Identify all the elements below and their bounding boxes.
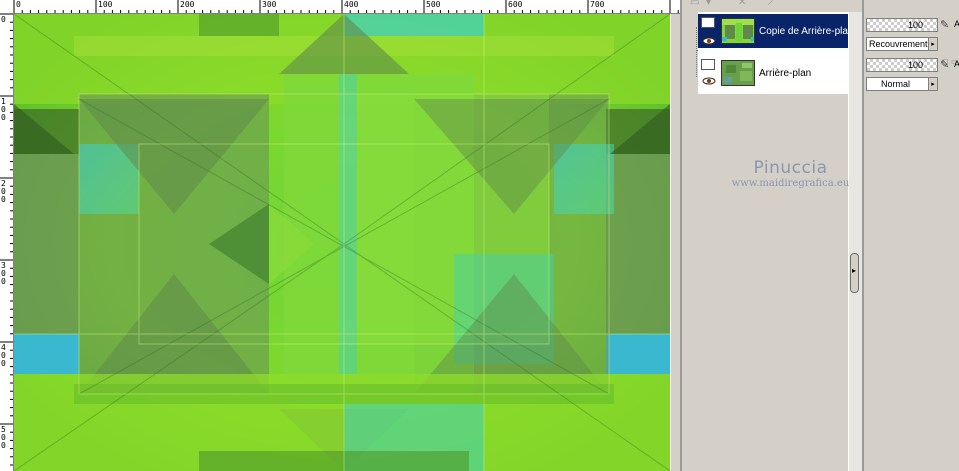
dropdown-arrow-icon: ▸ bbox=[928, 38, 937, 50]
layers-toolbar: ▭ ▾ ✕ ⟋ bbox=[682, 0, 862, 10]
ruler-label: 100 bbox=[98, 0, 113, 9]
dropdown-arrow-icon: ▸ bbox=[928, 78, 937, 90]
tree-connector bbox=[696, 27, 697, 77]
horizontal-ruler: 0 100 200 300 400 500 600 700 bbox=[14, 0, 680, 14]
vertical-ruler: 0 1 0 0 2 0 0 3 0 0 4 0 0 5 0 0 bbox=[0, 14, 14, 471]
layer-properties-background: 100 ✎ A Normal ▸ bbox=[866, 58, 959, 98]
layer-properties-copy: 100 ✎ A Recouvrement ▸ ◻ ▫ bbox=[866, 18, 959, 66]
lock-label: A bbox=[954, 59, 959, 69]
chevron-right-icon: ▸ bbox=[852, 266, 857, 275]
layer-properties-column: 100 ✎ A Recouvrement ▸ ◻ ▫ 100 ✎ A Norma… bbox=[864, 0, 959, 471]
layer-row-copy[interactable]: Copie de Arrière-plan bbox=[698, 14, 854, 48]
watermark: Pinuccia www.maidiregrafica.eu bbox=[728, 158, 853, 189]
ruler-corner bbox=[0, 0, 14, 14]
ruler-label: 0 bbox=[1, 15, 6, 24]
delete-layer-icon[interactable]: ✕ bbox=[738, 0, 746, 8]
layer-name: Arrière-plan bbox=[759, 68, 812, 79]
kaleidoscope-artwork bbox=[14, 14, 670, 471]
palette-collapse-handle[interactable]: ▸ bbox=[850, 253, 859, 293]
opacity-value: 100 bbox=[907, 60, 923, 70]
brush-icon[interactable]: ✎ bbox=[940, 18, 949, 31]
ruler-label: 300 bbox=[262, 0, 277, 9]
raster-layer-icon bbox=[701, 17, 715, 28]
blend-mode-value: Normal bbox=[881, 79, 911, 89]
ruler-label: 400 bbox=[344, 0, 359, 9]
layer-row-background[interactable]: Arrière-plan bbox=[698, 56, 853, 90]
opacity-slider[interactable]: 100 bbox=[866, 18, 938, 32]
layer-list: Copie de Arrière-plan Arrière-plan bbox=[698, 12, 854, 94]
blend-mode-value: Recouvrement bbox=[869, 39, 928, 49]
ruler-label: 200 bbox=[180, 0, 195, 9]
canvas-workspace: 0 100 200 300 400 500 600 700 0 1 0 0 2 … bbox=[0, 0, 680, 471]
ruler-label: 1 0 0 bbox=[1, 97, 6, 122]
new-layer-icon[interactable]: ▭ bbox=[690, 0, 699, 8]
ruler-label: 700 bbox=[590, 0, 605, 9]
image-canvas[interactable] bbox=[14, 14, 670, 471]
ruler-label: 5 0 0 bbox=[1, 425, 6, 450]
brush-icon[interactable]: ✎ bbox=[940, 58, 949, 71]
layer-thumbnail bbox=[721, 60, 755, 86]
ruler-label: 2 0 0 bbox=[1, 179, 6, 204]
link-icon[interactable]: ⟋ bbox=[768, 0, 775, 8]
ruler-label: 4 0 0 bbox=[1, 343, 6, 368]
ruler-label: 0 bbox=[16, 0, 21, 9]
chevron-down-icon[interactable]: ▾ bbox=[706, 0, 711, 8]
eye-icon[interactable] bbox=[702, 37, 716, 45]
ruler-label: 600 bbox=[508, 0, 523, 9]
layers-scrollbar[interactable] bbox=[848, 12, 862, 471]
ruler-label: 3 0 0 bbox=[1, 261, 6, 286]
canvas-vertical-scrollbar[interactable] bbox=[670, 14, 680, 471]
blend-mode-dropdown[interactable]: Normal ▸ bbox=[866, 77, 938, 91]
layer-thumbnail bbox=[721, 18, 755, 44]
ruler-label: 500 bbox=[426, 0, 441, 9]
blend-mode-dropdown[interactable]: Recouvrement ▸ bbox=[866, 37, 938, 51]
raster-layer-icon bbox=[701, 59, 715, 70]
opacity-value: 100 bbox=[907, 20, 923, 30]
layer-name: Copie de Arrière-plan bbox=[759, 26, 854, 37]
layers-palette: ▭ ▾ ✕ ⟋ Copie de Arrière-plan Arrière-pl… bbox=[680, 0, 959, 471]
lock-label: A bbox=[954, 19, 959, 29]
watermark-url: www.maidiregrafica.eu bbox=[731, 178, 850, 189]
opacity-slider[interactable]: 100 bbox=[866, 58, 938, 72]
eye-icon[interactable] bbox=[702, 77, 716, 85]
watermark-name: Pinuccia bbox=[753, 158, 828, 178]
